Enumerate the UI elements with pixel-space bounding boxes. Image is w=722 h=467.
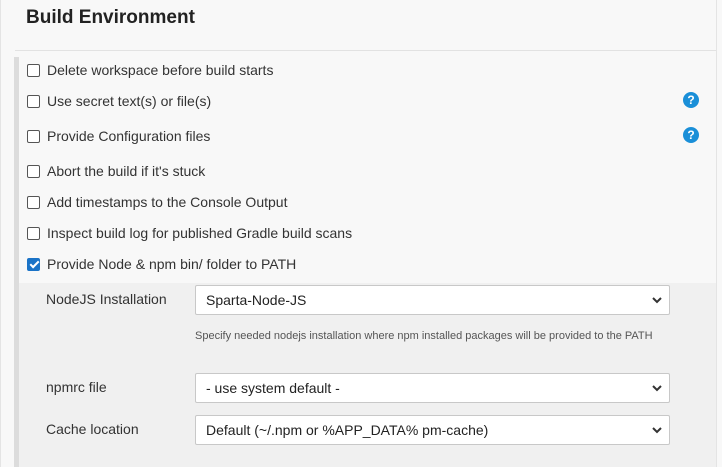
option-use-secret[interactable]: Use secret text(s) or file(s): [26, 91, 211, 111]
option-abort-if-stuck[interactable]: Abort the build if it's stuck: [26, 161, 205, 181]
option-label: Delete workspace before build starts: [47, 62, 274, 78]
cache-location-label: Cache location: [46, 421, 139, 437]
nodejs-installation-hint: Specify needed nodejs installation where…: [195, 330, 653, 342]
select-value: - use system default -: [206, 380, 340, 396]
option-add-timestamps[interactable]: Add timestamps to the Console Output: [26, 192, 287, 212]
section-title: Build Environment: [26, 7, 195, 28]
npmrc-file-label: npmrc file: [46, 379, 107, 395]
option-provide-config-files[interactable]: Provide Configuration files: [26, 126, 210, 146]
checkbox[interactable]: [27, 226, 40, 240]
option-delete-workspace[interactable]: Delete workspace before build starts: [26, 60, 273, 80]
select-value: Sparta-Node-JS: [206, 292, 307, 308]
checkbox[interactable]: [27, 129, 40, 143]
nodejs-installation-select[interactable]: Sparta-Node-JS: [195, 285, 670, 315]
checkbox[interactable]: [27, 63, 40, 77]
option-label: Abort the build if it's stuck: [47, 163, 206, 179]
outer-right-border: [716, 0, 717, 467]
checkbox[interactable]: [27, 164, 40, 178]
help-icon[interactable]: ?: [683, 92, 699, 108]
chevron-down-icon: [652, 427, 662, 434]
option-label: Add timestamps to the Console Output: [47, 194, 288, 210]
help-icon[interactable]: ?: [683, 127, 699, 143]
option-provide-node-npm[interactable]: Provide Node & npm bin/ folder to PATH: [26, 254, 296, 274]
nodejs-installation-label: NodeJS Installation: [46, 291, 167, 307]
npmrc-file-select[interactable]: - use system default -: [195, 373, 670, 403]
option-label: Provide Node & npm bin/ folder to PATH: [47, 256, 297, 272]
option-label: Provide Configuration files: [47, 128, 211, 144]
checkbox[interactable]: [27, 94, 40, 108]
option-inspect-gradle-scans[interactable]: Inspect build log for published Gradle b…: [26, 223, 352, 243]
checkbox-checked[interactable]: [27, 257, 40, 271]
option-label: Use secret text(s) or file(s): [47, 93, 212, 109]
chevron-down-icon: [652, 385, 662, 392]
select-value: Default (~/.npm or %APP_DATA% pm-cache): [206, 422, 489, 438]
outer-left-border: [0, 0, 1, 467]
title-divider: [15, 50, 716, 51]
cache-location-select[interactable]: Default (~/.npm or %APP_DATA% pm-cache): [195, 415, 670, 445]
option-label: Inspect build log for published Gradle b…: [47, 225, 353, 241]
checkbox[interactable]: [27, 195, 40, 209]
chevron-down-icon: [652, 297, 662, 304]
